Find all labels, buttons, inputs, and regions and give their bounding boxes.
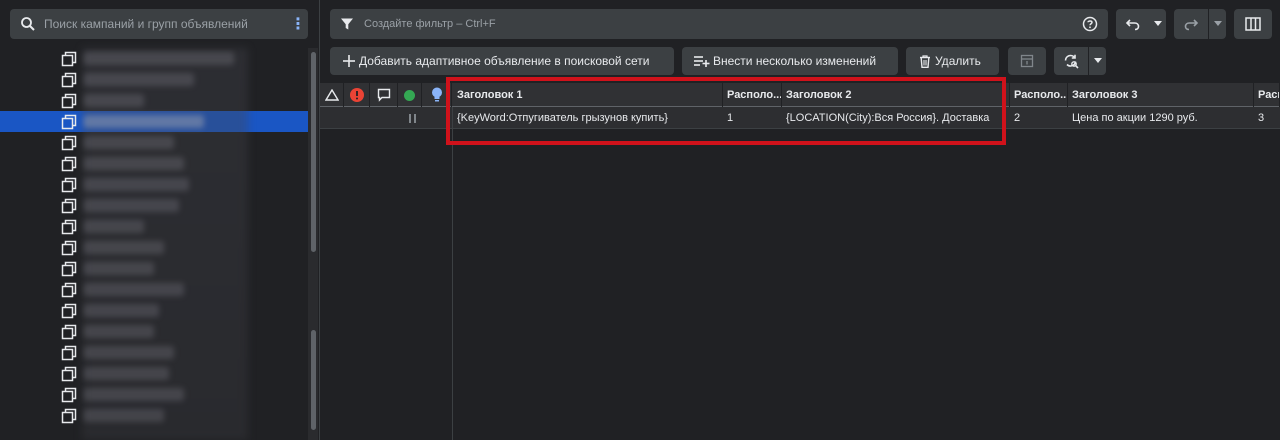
filter-icon: [341, 18, 353, 30]
campaign-search-box[interactable]: ⋮: [10, 9, 308, 39]
icon-column-divider: [452, 107, 453, 440]
undo-button[interactable]: [1116, 9, 1150, 39]
help-icon[interactable]: [1082, 16, 1098, 32]
bulk-edit-button[interactable]: Внести несколько изменений: [682, 47, 898, 75]
cell-position-1[interactable]: 1: [723, 107, 782, 129]
ad-group-icon: [61, 303, 77, 319]
ad-group-icon: [61, 324, 77, 340]
columns-button[interactable]: [1234, 9, 1272, 39]
delete-button[interactable]: Удалить: [906, 47, 999, 75]
cell-position-3[interactable]: 3: [1254, 107, 1280, 129]
table-row[interactable]: {KeyWord:Отпугиватель грызунов купить} 1…: [320, 107, 1280, 129]
delete-label: Удалить: [935, 54, 981, 68]
redo-dropdown[interactable]: [1209, 9, 1226, 39]
trash-icon: [920, 54, 930, 68]
header-headline-1[interactable]: Заголовок 1: [453, 83, 723, 107]
cell-headline-3[interactable]: Цена по акции 1290 руб.: [1068, 107, 1254, 129]
find-replace-button[interactable]: [1054, 47, 1088, 75]
search-icon: [21, 17, 35, 31]
archive-button[interactable]: [1008, 47, 1046, 75]
ad-group-icon: [61, 219, 77, 235]
cell-position-2[interactable]: 2: [1010, 107, 1068, 129]
replace-dropdown[interactable]: [1089, 47, 1106, 75]
ad-group-icon: [61, 366, 77, 382]
ad-group-icon: [61, 261, 77, 277]
sidebar: ⋮: [0, 0, 320, 440]
header-warning-col[interactable]: [320, 83, 344, 107]
replace-button-group[interactable]: [1054, 47, 1106, 75]
undo-button-group[interactable]: [1116, 9, 1166, 39]
comment-icon: [377, 88, 391, 102]
playlist-add-icon: [694, 56, 710, 67]
ad-group-icon: [61, 135, 77, 151]
ad-group-icon: [61, 177, 77, 193]
caret-down-icon: [1154, 21, 1162, 26]
ads-grid: Заголовок 1 Располо... Заголовок 2 Распо…: [320, 83, 1280, 440]
ad-group-icon: [61, 198, 77, 214]
pause-icon: [409, 114, 416, 123]
redo-button-group[interactable]: [1174, 9, 1226, 39]
ad-group-icon: [61, 114, 77, 130]
ad-group-icon: [61, 72, 77, 88]
lightbulb-icon: [432, 87, 442, 102]
redo-button[interactable]: [1174, 9, 1208, 39]
header-headline-2[interactable]: Заголовок 2: [782, 83, 1010, 107]
caret-down-icon: [1093, 58, 1102, 63]
warning-triangle-icon: [325, 89, 339, 101]
cell-headline-1[interactable]: {KeyWord:Отпугиватель грызунов купить}: [453, 107, 723, 129]
more-vert-icon[interactable]: ⋮: [288, 10, 308, 38]
sidebar-scrollbar-thumb[interactable]: [311, 52, 316, 252]
header-position-2[interactable]: Располо...: [1010, 83, 1068, 107]
filter-input[interactable]: [364, 10, 1082, 38]
header-position-3[interactable]: Расп: [1254, 83, 1280, 107]
grid-header-row: Заголовок 1 Располо... Заголовок 2 Распо…: [320, 83, 1280, 107]
ad-group-icon: [61, 93, 77, 109]
ad-group-icon: [61, 240, 77, 256]
plus-icon: [343, 55, 355, 67]
header-error-col[interactable]: [344, 83, 370, 107]
header-comment-col[interactable]: [370, 83, 398, 107]
header-headline-3[interactable]: Заголовок 3: [1068, 83, 1254, 107]
error-icon: [350, 88, 364, 102]
find-replace-icon: [1064, 54, 1079, 69]
ad-group-icon: [61, 282, 77, 298]
undo-dropdown[interactable]: [1150, 9, 1166, 39]
add-ad-label: Добавить адаптивное объявление в поисков…: [359, 54, 650, 68]
add-responsive-search-ad-button[interactable]: Добавить адаптивное объявление в поисков…: [330, 47, 674, 75]
undo-icon: [1125, 19, 1140, 31]
ad-group-icon: [61, 345, 77, 361]
filter-bar[interactable]: [330, 9, 1108, 39]
status-dot-icon: [404, 90, 415, 101]
caret-down-icon: [1213, 21, 1222, 26]
cell-headline-2[interactable]: {LOCATION(City):Вся Россия}. Доставка: [782, 107, 1010, 129]
header-position-1[interactable]: Располо...: [723, 83, 782, 107]
blurred-names-overlay: [82, 48, 248, 440]
ad-group-icon: [61, 387, 77, 403]
campaign-search-input[interactable]: [44, 10, 288, 38]
ad-group-icon: [61, 51, 77, 67]
header-status-col[interactable]: [398, 83, 422, 107]
ad-group-icon: [61, 156, 77, 172]
ad-group-icon: [61, 408, 77, 424]
view-columns-icon: [1245, 17, 1261, 31]
bulk-edit-label: Внести несколько изменений: [713, 54, 877, 68]
redo-icon: [1184, 19, 1199, 31]
row-status-cell[interactable]: [400, 107, 422, 129]
sidebar-scrollbar-thumb-lower[interactable]: [311, 330, 316, 430]
header-recommendation-col[interactable]: [422, 83, 452, 107]
archive-icon: [1020, 54, 1034, 68]
